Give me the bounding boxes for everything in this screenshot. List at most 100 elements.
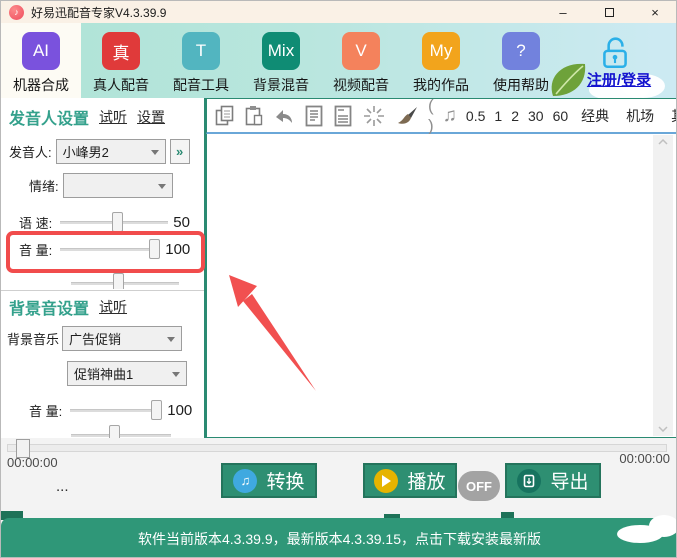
nav-label: 机器合成 — [13, 75, 69, 95]
chevron-down-icon — [172, 372, 180, 377]
volume-slider[interactable] — [60, 238, 160, 260]
close-button[interactable]: × — [632, 1, 677, 23]
login-register-link[interactable]: 注册/登录 — [574, 69, 664, 90]
my-badge-icon: My — [422, 32, 460, 70]
bgm-track-dropdown[interactable]: 促销神曲1 — [67, 361, 187, 386]
nav-label: 真人配音 — [93, 75, 149, 95]
ai-badge-icon: AI — [22, 32, 60, 70]
bgm-volume-label: 音 量: — [29, 401, 62, 420]
copy-icon[interactable] — [215, 105, 235, 127]
nav-item-my-works[interactable]: My 我的作品 — [401, 23, 481, 98]
slider-thumb[interactable] — [151, 400, 162, 420]
speaker-label: 发音人: — [9, 142, 52, 161]
bgm-label: 背景音乐 — [7, 329, 59, 348]
zoom-option-2[interactable]: 2 — [511, 108, 519, 124]
speed-label: 语 速: — [19, 213, 52, 232]
slider-thumb[interactable] — [112, 212, 123, 232]
nav-item-video-dubbing[interactable]: V 视频配音 — [321, 23, 401, 98]
editor-toolbar: ( ) ♫ 0.5 1 2 30 60 经典 机场 其 — [206, 98, 677, 134]
v-badge-icon: V — [342, 32, 380, 70]
outline-doc-icon[interactable] — [304, 104, 324, 128]
slider-thumb[interactable] — [113, 273, 124, 289]
preset-classic[interactable]: 经典 — [581, 106, 609, 126]
play-button-label: 播放 — [407, 467, 445, 494]
maximize-icon — [605, 8, 614, 17]
speaker-dropdown[interactable]: 小峰男2 — [56, 139, 166, 164]
voice-settings-link[interactable]: 设置 — [137, 107, 165, 127]
play-button[interactable]: 播放 — [363, 463, 457, 498]
export-button[interactable]: 导出 — [505, 463, 601, 498]
nav-item-machine-synthesis[interactable]: AI 机器合成 — [1, 23, 81, 98]
emotion-label: 情绪: — [29, 176, 59, 195]
slider-thumb[interactable] — [109, 425, 120, 438]
export-button-label: 导出 — [550, 467, 588, 494]
bgm-audition-link[interactable]: 试听 — [99, 297, 127, 317]
nav-label: 视频配音 — [333, 75, 389, 95]
slider-thumb[interactable] — [149, 239, 160, 259]
timeline-slider[interactable] — [7, 444, 667, 452]
chevron-down-icon — [158, 184, 166, 189]
ellipsis-text: ... — [56, 478, 69, 495]
voice-audition-link[interactable]: 试听 — [99, 107, 127, 127]
pitch-slider-clipped[interactable] — [71, 272, 179, 289]
more-speakers-button[interactable]: » — [170, 139, 190, 164]
convert-button[interactable]: ♫ 转换 — [221, 463, 317, 498]
save-doc-icon[interactable] — [333, 104, 353, 128]
nav-item-dubbing-tools[interactable]: T 配音工具 — [161, 23, 241, 98]
chevron-down-icon — [167, 337, 175, 342]
app-logo-icon: ♪ — [9, 5, 24, 20]
music-note-icon[interactable]: ♫ — [443, 105, 457, 127]
nav-item-human-dubbing[interactable]: 真 真人配音 — [81, 23, 161, 98]
zoom-option-60[interactable]: 60 — [553, 108, 569, 124]
nav-item-background-mix[interactable]: Mix 背景混音 — [241, 23, 321, 98]
undo-icon[interactable] — [273, 105, 295, 127]
text-editor-canvas[interactable] — [206, 134, 677, 438]
export-icon — [517, 469, 541, 493]
convert-music-icon: ♫ — [233, 469, 257, 493]
zhen-badge-icon: 真 — [102, 32, 140, 70]
off-toggle[interactable]: OFF — [458, 471, 500, 501]
bgm-panel-title: 背景音设置 — [9, 295, 89, 319]
volume-label: 音 量: — [19, 240, 52, 259]
nav-label: 配音工具 — [173, 75, 229, 95]
cloud-decoration — [649, 515, 677, 537]
preset-other[interactable]: 其 — [671, 106, 677, 126]
app-window: ♪ 好易迅配音专家V4.3.39.9 – × AI 机器合成 真 真人配音 T … — [0, 0, 677, 558]
emotion-dropdown[interactable] — [63, 173, 173, 198]
clean-brush-icon[interactable] — [395, 105, 419, 127]
speed-value: 50 — [173, 214, 190, 231]
speed-slider[interactable] — [60, 211, 168, 233]
sparkle-icon[interactable] — [362, 104, 386, 128]
nav-item-help[interactable]: ? 使用帮助 — [481, 23, 561, 98]
speaker-value: 小峰男2 — [63, 142, 109, 161]
nav-label: 使用帮助 — [493, 75, 549, 95]
minimize-button[interactable]: – — [540, 1, 586, 23]
bgm-volume-value: 100 — [167, 402, 192, 419]
parentheses-icon[interactable]: ( ) — [428, 96, 434, 136]
vertical-scrollbar[interactable] — [653, 135, 673, 436]
bgm-extra-slider-clipped[interactable] — [71, 424, 171, 438]
time-total: 00:00:00 — [619, 451, 670, 466]
nav-label: 我的作品 — [413, 75, 469, 95]
zoom-option-0_5[interactable]: 0.5 — [466, 108, 485, 124]
scroll-down-icon[interactable] — [658, 426, 668, 432]
bgm-category-dropdown[interactable]: 广告促销 — [62, 326, 182, 351]
bgm-track-value: 促销神曲1 — [74, 364, 133, 383]
paste-icon[interactable] — [244, 105, 264, 127]
bgm-volume-slider[interactable] — [70, 399, 162, 421]
question-badge-icon: ? — [502, 32, 540, 70]
update-notice-link[interactable]: 软件当前版本4.3.39.9，最新版本4.3.39.15，点击下载安装最新版 — [138, 529, 541, 549]
preset-airport[interactable]: 机场 — [626, 106, 654, 126]
zoom-option-30[interactable]: 30 — [528, 108, 544, 124]
transport-bar: 00:00:00 00:00:00 ... ♫ 转换 播放 OFF 导出 — [1, 438, 677, 521]
window-title: 好易迅配音专家V4.3.39.9 — [31, 4, 166, 21]
play-icon — [374, 469, 398, 493]
nav-label: 背景混音 — [253, 75, 309, 95]
statusbar: 软件当前版本4.3.39.9，最新版本4.3.39.15，点击下载安装最新版 — [1, 518, 677, 558]
volume-value: 100 — [165, 241, 190, 258]
scroll-up-icon[interactable] — [658, 139, 668, 145]
maximize-button[interactable] — [586, 1, 632, 23]
titlebar: ♪ 好易迅配音专家V4.3.39.9 – × — [1, 1, 677, 23]
zoom-option-1[interactable]: 1 — [494, 108, 502, 124]
bgm-category-value: 广告促销 — [69, 329, 121, 348]
